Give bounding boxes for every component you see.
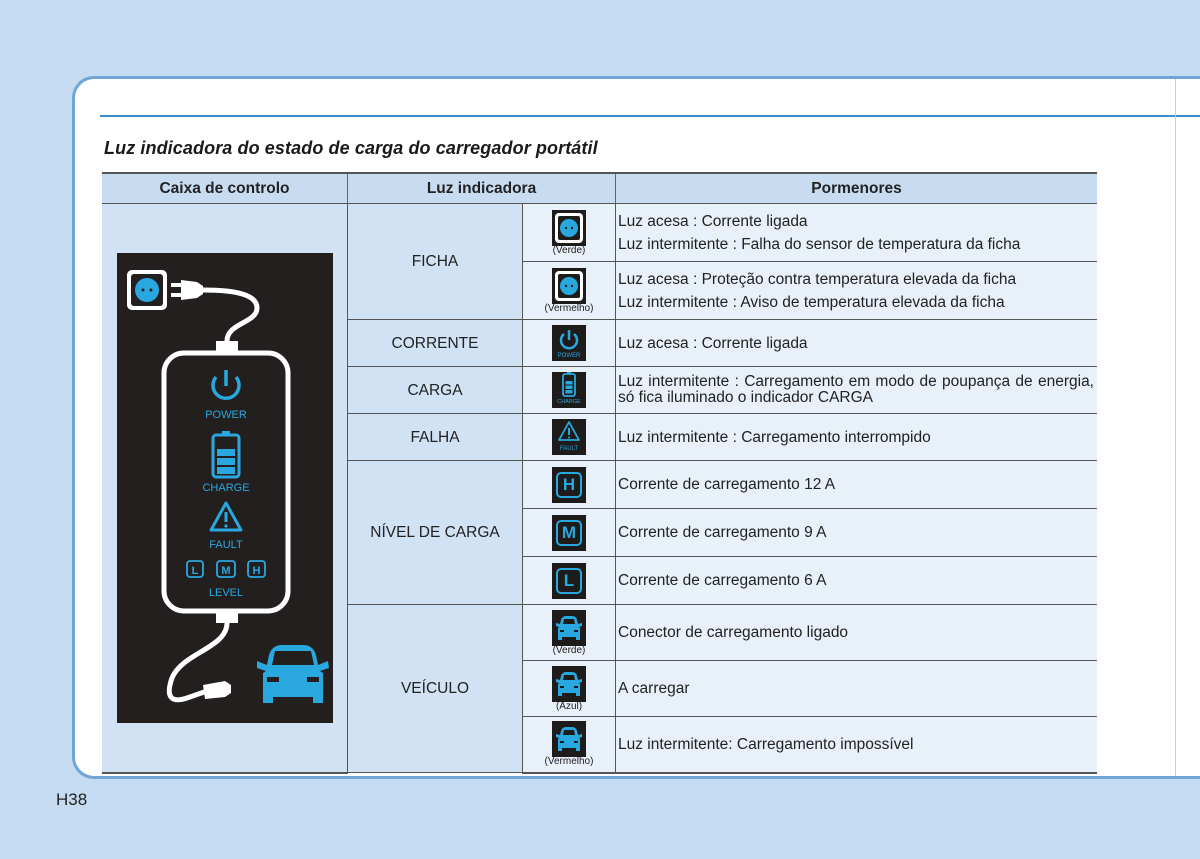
indicator-icon-cell: CHARGE — [522, 366, 616, 414]
color-caption: (Vermelho) — [544, 302, 594, 314]
header-indicator-light: Luz indicadora — [347, 172, 616, 204]
detail-cell: Luz acesa : Proteção contra temperatura … — [615, 261, 1097, 320]
right-margin-rule — [1175, 79, 1176, 776]
indicator-icon-cell: (Vermelho) — [522, 261, 616, 320]
detail-cell: Luz intermitente: Carregamento impossíve… — [615, 716, 1097, 774]
power-icon: POWER — [552, 325, 586, 361]
level-h-icon: H — [552, 466, 586, 503]
detail-cell: Luz intermitente : Carregamento em modo … — [615, 366, 1097, 414]
level-h-icon: H — [246, 559, 266, 578]
header-details: Pormenores — [615, 172, 1097, 204]
control-box-illustration: POWER CHARGE FAULT L M H LEVEL — [116, 252, 333, 723]
battery-charge-icon — [211, 430, 240, 479]
connector-plug — [202, 680, 231, 699]
fault-label: FAULT — [209, 539, 243, 551]
svg-text:CHARGE: CHARGE — [557, 399, 581, 405]
plug-socket-icon — [552, 267, 586, 304]
plug-socket-icon — [552, 209, 586, 246]
svg-text:M: M — [221, 565, 230, 577]
table-header-row: Caixa de controlo Luz indicadora Pormeno… — [102, 172, 1097, 204]
indicator-name-vehicle: VEÍCULO — [347, 604, 523, 773]
wall-socket-icon — [126, 269, 167, 310]
svg-text:H: H — [252, 565, 260, 577]
car-icon — [552, 609, 586, 646]
level-m-icon: M — [552, 514, 586, 551]
page-number: H38 — [56, 790, 88, 809]
power-label: POWER — [205, 409, 247, 421]
section-title: Luz indicadora do estado de carga do car… — [104, 138, 598, 158]
color-caption: (Azul) — [555, 700, 583, 712]
detail-cell: Corrente de carregamento 12 A — [615, 460, 1097, 509]
detail-line: Luz acesa : Proteção contra temperatura … — [618, 270, 1017, 288]
level-l-icon: L — [552, 562, 586, 599]
car-icon — [552, 665, 586, 702]
detail-cell: Corrente de carregamento 9 A — [615, 508, 1097, 557]
indicator-icon-cell: M — [522, 508, 616, 557]
level-m-icon: M — [215, 559, 236, 578]
detail-line: Luz acesa : Corrente ligada — [618, 212, 808, 230]
control-box-cell: POWER CHARGE FAULT L M H LEVEL — [102, 203, 348, 774]
battery-charge-icon: CHARGE — [552, 372, 586, 408]
detail-line: Luz intermitente : Falha do sensor de te… — [618, 235, 1021, 253]
indicator-icon-cell: (Vermelho) — [522, 716, 616, 774]
indicator-icon-cell: POWER — [522, 319, 616, 367]
color-caption: (Verde) — [552, 244, 586, 256]
indicator-icon-cell: (Verde) — [522, 604, 616, 661]
detail-line: Luz intermitente : Aviso de temperatura … — [618, 293, 1005, 311]
plug-icon — [170, 279, 203, 300]
status-indicator-table: Caixa de controlo Luz indicadora Pormeno… — [102, 172, 1097, 774]
car-icon — [552, 721, 586, 758]
fault-warning-icon — [209, 501, 242, 532]
svg-text:L: L — [191, 565, 198, 577]
detail-cell: Luz acesa : Corrente ligada Luz intermit… — [615, 203, 1097, 262]
indicator-icon-cell: H — [522, 460, 616, 509]
indicator-name-level: NÍVEL DE CARGA — [347, 460, 523, 605]
level-l-icon: L — [185, 559, 204, 578]
charger-diagram: POWER CHARGE FAULT L M H LEVEL — [126, 269, 329, 703]
detail-cell: Luz acesa : Corrente ligada — [615, 319, 1097, 367]
fault-warning-icon: FAULT — [552, 419, 586, 455]
power-icon — [210, 369, 241, 400]
svg-text:FAULT: FAULT — [560, 446, 579, 452]
charge-label: CHARGE — [202, 482, 249, 494]
detail-cell: Conector de carregamento ligado — [615, 604, 1097, 661]
color-caption: (Vermelho) — [544, 756, 594, 768]
indicator-icon-cell: FAULT — [522, 413, 616, 461]
level-label: LEVEL — [208, 587, 242, 599]
indicator-name-power: CORRENTE — [347, 319, 523, 367]
detail-cell: Corrente de carregamento 6 A — [615, 556, 1097, 605]
indicator-icon-cell: (Azul) — [522, 660, 616, 717]
cable-top — [202, 287, 260, 347]
indicator-icon-cell: L — [522, 556, 616, 605]
svg-text:POWER: POWER — [558, 353, 581, 359]
detail-cell: Luz intermitente : Carregamento interrom… — [615, 413, 1097, 461]
indicator-name-plug: FICHA — [347, 203, 523, 320]
car-icon — [256, 644, 329, 703]
top-rule — [100, 115, 1200, 117]
indicator-icon-cell: (Verde) — [522, 203, 616, 262]
header-control-box: Caixa de controlo — [102, 172, 348, 204]
indicator-name-fault: FALHA — [347, 413, 523, 461]
table-row: POWER CHARGE FAULT L M H LEVEL FICHA (Ve… — [102, 203, 1097, 774]
detail-cell: A carregar — [615, 660, 1097, 717]
indicator-name-charge: CARGA — [347, 366, 523, 414]
color-caption: (Verde) — [552, 644, 586, 656]
